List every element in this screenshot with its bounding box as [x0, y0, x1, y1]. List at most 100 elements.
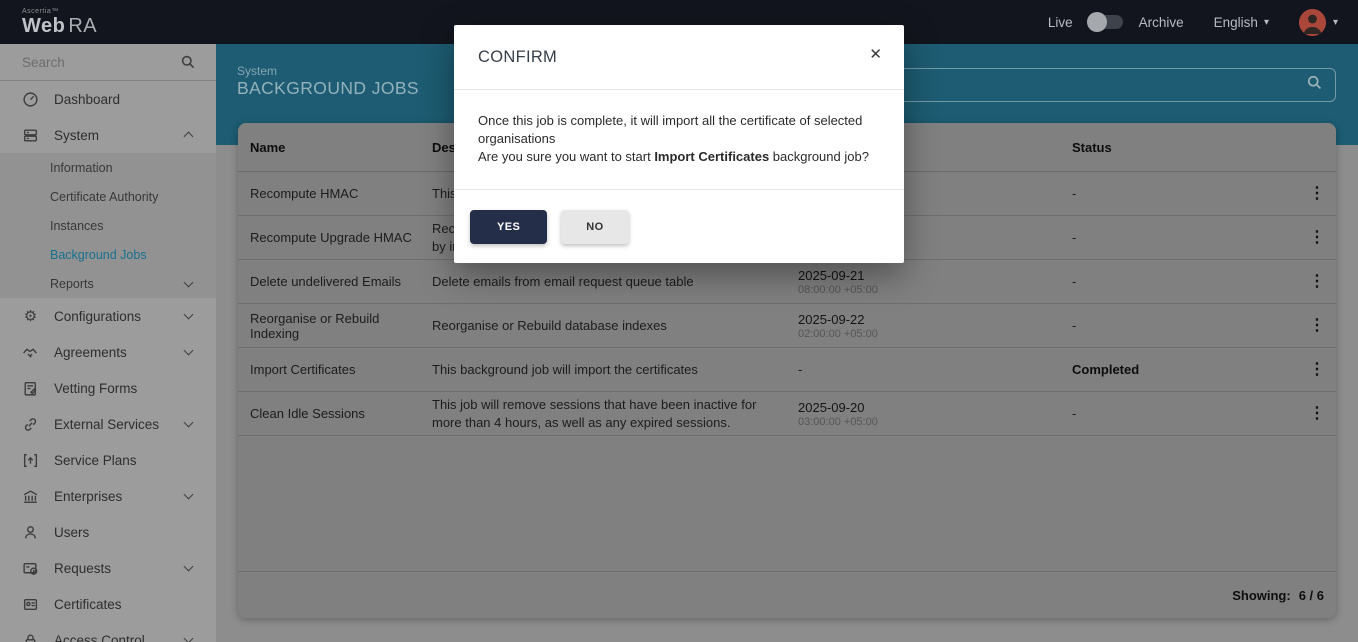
job-name-emphasis: Import Certificates: [654, 149, 769, 164]
sidebar-item-system[interactable]: System: [0, 117, 216, 153]
sidebar-item-label: Instances: [50, 219, 104, 233]
toggle-knob: [1087, 12, 1107, 32]
job-status-cell: -: [1072, 274, 1272, 289]
yes-button[interactable]: YES: [470, 210, 547, 244]
showing-value: 6 / 6: [1299, 588, 1324, 603]
sidebar-item-label: Certificates: [54, 597, 122, 612]
sidebar-item-label: Enterprises: [54, 489, 122, 504]
table-row: Clean Idle SessionsThis job will remove …: [238, 392, 1336, 436]
row-actions-kebab-icon[interactable]: ⋮: [1298, 318, 1336, 334]
handshake-icon: [22, 344, 39, 361]
job-description-cell: This job will remove sessions that have …: [432, 396, 798, 431]
column-header-status: Status: [1072, 140, 1272, 155]
showing-label: Showing:: [1232, 588, 1291, 603]
job-status-cell: -: [1072, 230, 1272, 245]
search-icon: [180, 54, 196, 75]
chevron-up-icon: [184, 132, 194, 142]
confirm-dialog-footer: YES NO: [454, 190, 904, 244]
live-archive-toggle[interactable]: [1089, 15, 1123, 29]
avatar: [1299, 9, 1326, 36]
sidebar-item-label: Reports: [50, 277, 94, 291]
sidebar: Dashboard System Information Certificate Au…: [0, 44, 216, 642]
table-footer: Showing: 6 / 6: [238, 571, 1336, 618]
plan-icon: [22, 452, 39, 469]
job-name-cell: Delete undelivered Emails: [250, 274, 432, 289]
brand-company: Ascertia™: [22, 8, 97, 15]
job-status-cell: -: [1072, 318, 1272, 333]
sidebar-item-label: External Services: [54, 417, 159, 432]
table-row: Reorganise or Rebuild IndexingReorganise…: [238, 304, 1336, 348]
job-status-cell: -: [1072, 186, 1272, 201]
row-actions-kebab-icon[interactable]: ⋮: [1298, 362, 1336, 378]
row-actions-kebab-icon[interactable]: ⋮: [1298, 406, 1336, 422]
sidebar-item-label: Configurations: [54, 309, 141, 324]
chevron-down-icon: ▾: [1333, 17, 1338, 28]
brand-name: WebRA: [22, 15, 97, 37]
sidebar-item-certificate-authority[interactable]: Certificate Authority: [0, 182, 216, 211]
job-schedule-cell: 2025-09-2108:00:00 +05:00: [798, 268, 1072, 296]
user-icon: [22, 524, 39, 541]
job-name-cell: Clean Idle Sessions: [250, 406, 432, 421]
chevron-down-icon: ▾: [1264, 17, 1269, 28]
close-icon[interactable]: ✕: [869, 47, 882, 62]
chevron-down-icon: [184, 310, 194, 320]
sidebar-item-label: Vetting Forms: [54, 381, 137, 396]
row-actions-kebab-icon[interactable]: ⋮: [1298, 274, 1336, 290]
sidebar-item-vetting-forms[interactable]: Vetting Forms: [0, 370, 216, 406]
sidebar-item-label: Agreements: [54, 345, 127, 360]
sidebar-item-label: Access Control: [54, 633, 145, 642]
sidebar-item-enterprises[interactable]: Enterprises: [0, 478, 216, 514]
job-name-cell: Recompute Upgrade HMAC: [250, 230, 432, 245]
app-logo: Ascertia™ WebRA: [22, 8, 97, 36]
confirm-dialog: CONFIRM ✕ Once this job is complete, it …: [454, 25, 904, 263]
sidebar-item-label: Background Jobs: [50, 248, 147, 262]
sidebar-item-certificates[interactable]: Certificates: [0, 586, 216, 622]
sidebar-item-information[interactable]: Information: [0, 153, 216, 182]
sidebar-item-access-control[interactable]: Access Control: [0, 622, 216, 642]
row-actions-kebab-icon[interactable]: ⋮: [1298, 186, 1336, 202]
user-menu[interactable]: ▾: [1299, 9, 1338, 36]
sidebar-item-configurations[interactable]: ⚙ Configurations: [0, 298, 216, 334]
job-schedule-cell: 2025-09-2202:00:00 +05:00: [798, 312, 1072, 340]
sidebar-item-dashboard[interactable]: Dashboard: [0, 81, 216, 117]
chevron-down-icon: [184, 278, 194, 288]
job-status-cell: Completed: [1072, 362, 1272, 377]
chevron-down-icon: [184, 634, 194, 642]
sidebar-item-label: Users: [54, 525, 89, 540]
gauge-icon: [22, 91, 39, 108]
form-icon: [22, 380, 39, 397]
sidebar-item-agreements[interactable]: Agreements: [0, 334, 216, 370]
language-dropdown[interactable]: English ▾: [1214, 15, 1269, 30]
sidebar-item-users[interactable]: Users: [0, 514, 216, 550]
sidebar-item-reports[interactable]: Reports: [0, 269, 216, 298]
job-schedule-cell: -: [798, 362, 1072, 377]
chevron-down-icon: [184, 418, 194, 428]
request-icon: [22, 560, 39, 577]
chevron-down-icon: [184, 490, 194, 500]
confirm-dialog-body: Once this job is complete, it will impor…: [454, 90, 904, 190]
confirm-dialog-title: CONFIRM: [478, 48, 557, 67]
search-icon[interactable]: [1306, 74, 1323, 96]
sidebar-item-service-plans[interactable]: Service Plans: [0, 442, 216, 478]
table-row: Import CertificatesThis background job w…: [238, 348, 1336, 392]
sidebar-item-external-services[interactable]: External Services: [0, 406, 216, 442]
sidebar-item-background-jobs[interactable]: Background Jobs: [0, 240, 216, 269]
sidebar-item-label: System: [54, 128, 99, 143]
sidebar-search-input[interactable]: [22, 55, 192, 70]
sidebar-item-instances[interactable]: Instances: [0, 211, 216, 240]
sidebar-nav: Dashboard System Information Certificate Au…: [0, 81, 216, 642]
certificate-icon: [22, 596, 39, 613]
sidebar-search: [0, 44, 216, 81]
breadcrumb: System: [237, 64, 277, 78]
column-header-name: Name: [250, 140, 432, 155]
sidebar-item-requests[interactable]: Requests: [0, 550, 216, 586]
no-button[interactable]: NO: [561, 210, 628, 244]
gear-icon: ⚙: [22, 308, 39, 325]
job-name-cell: Import Certificates: [250, 362, 432, 377]
job-description-cell: Delete emails from email request queue t…: [432, 273, 798, 291]
link-icon: [22, 416, 39, 433]
row-actions-kebab-icon[interactable]: ⋮: [1298, 230, 1336, 246]
archive-label: Archive: [1139, 15, 1184, 30]
sidebar-item-label: Certificate Authority: [50, 190, 158, 204]
chevron-down-icon: [184, 562, 194, 572]
